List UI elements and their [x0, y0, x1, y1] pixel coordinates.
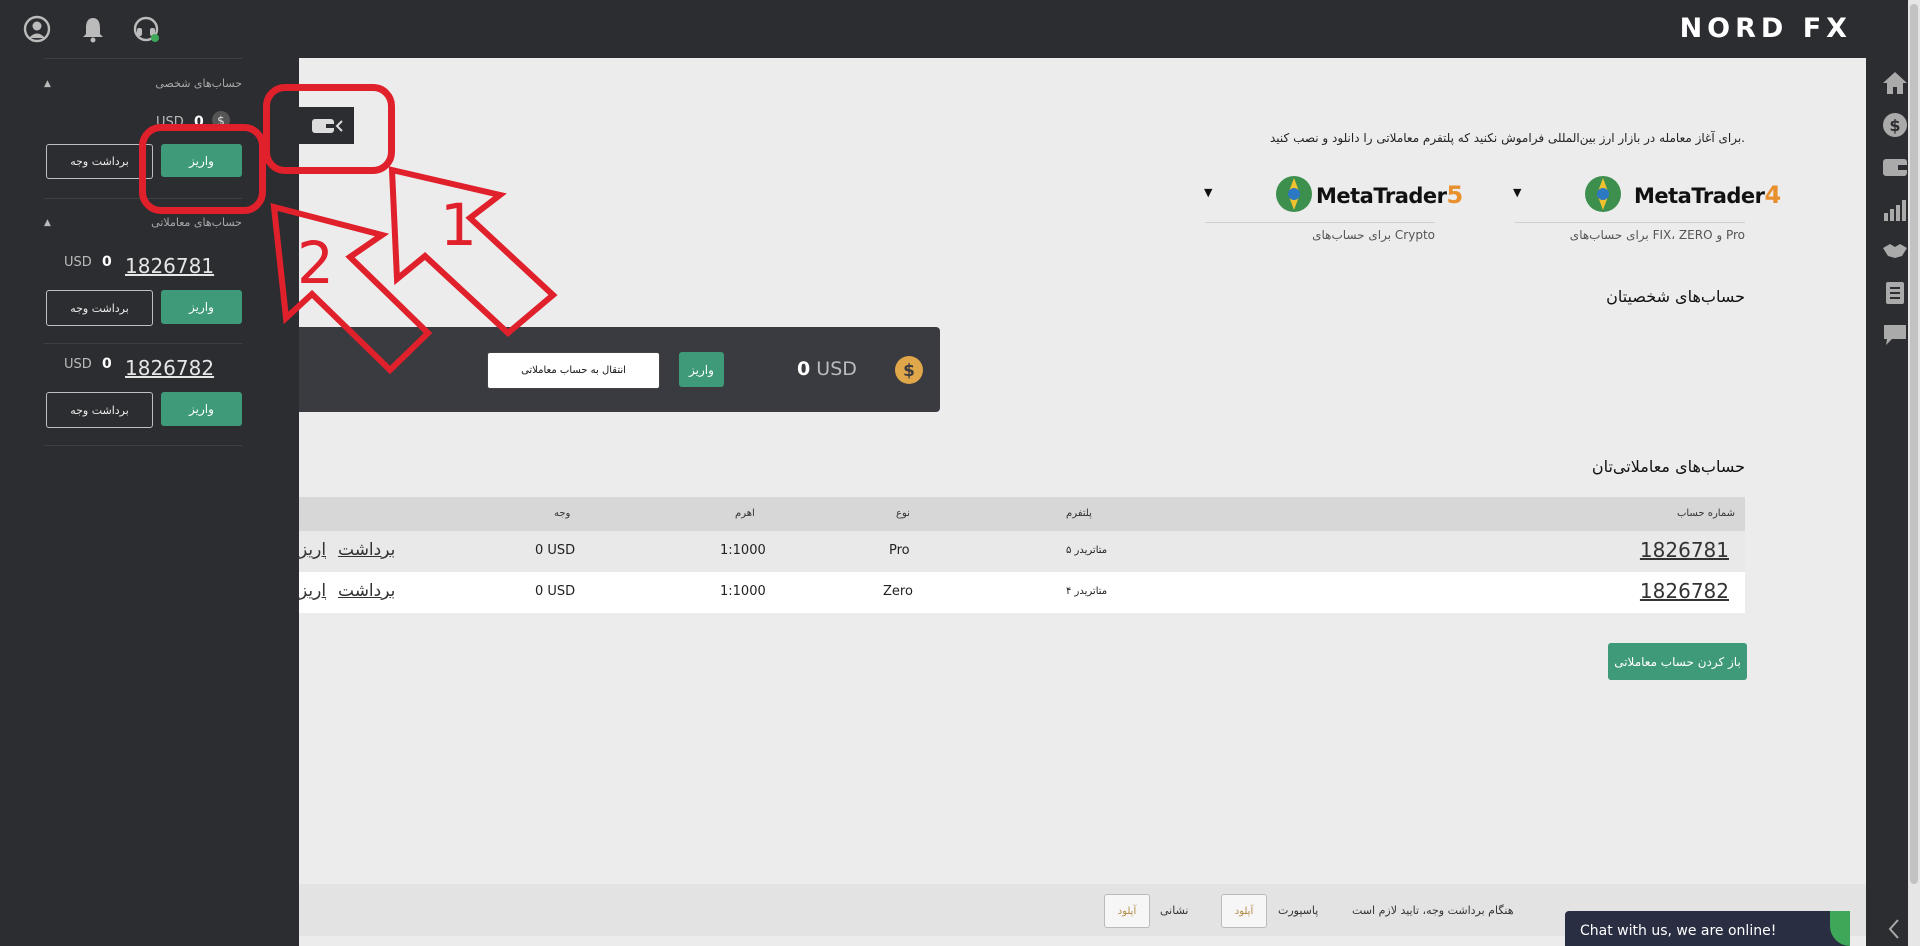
annotation-label-1: 1 [440, 191, 477, 259]
annotation-label-2: 2 [297, 229, 334, 297]
annotation-arrows: 1 2 [270, 166, 558, 375]
